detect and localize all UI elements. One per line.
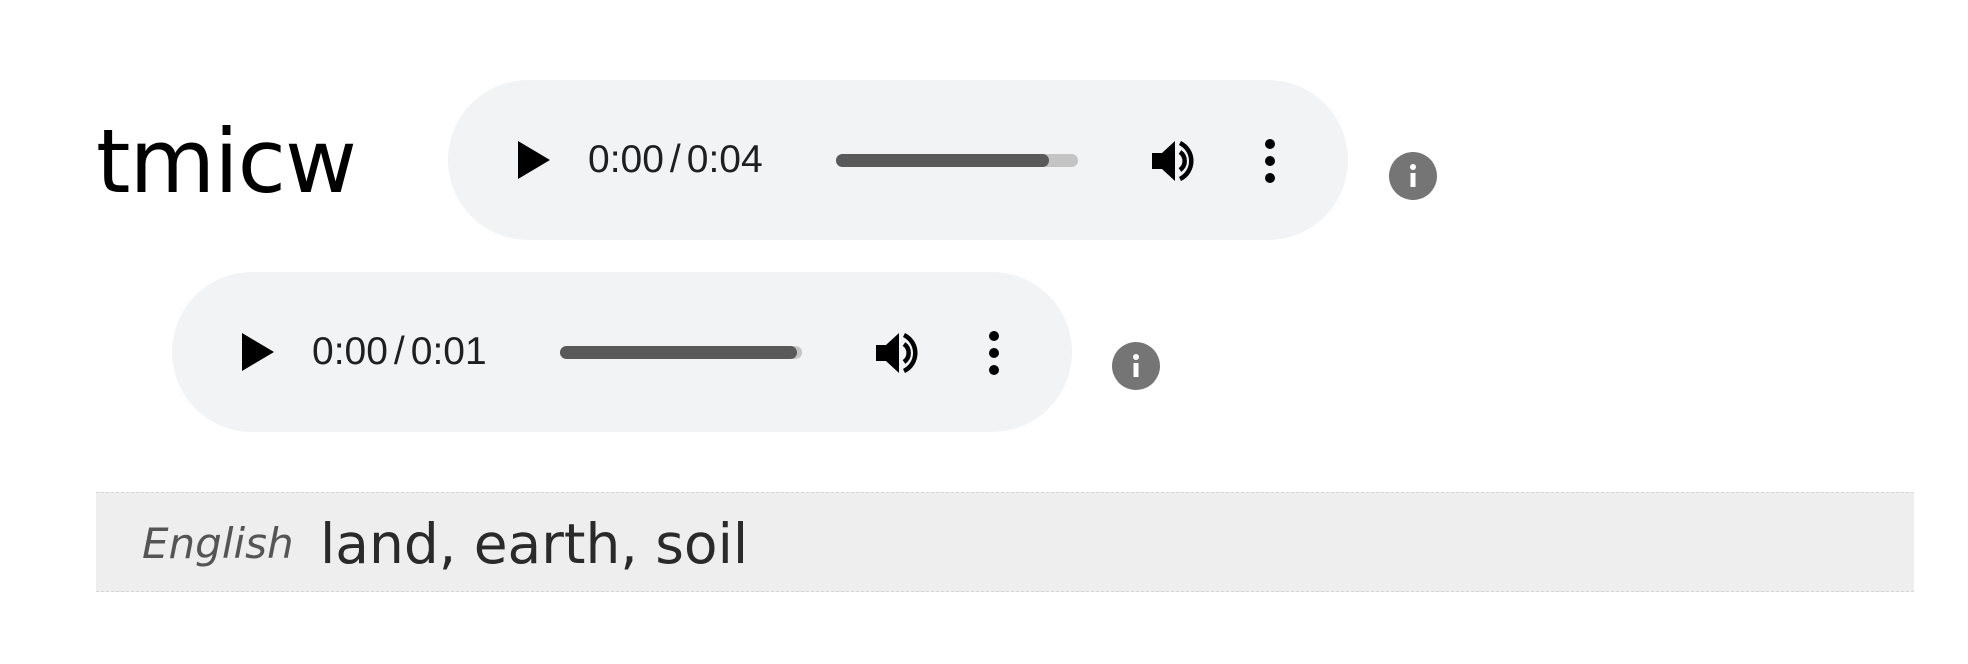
audio-player: 0:00/0:01 [172, 272, 1072, 432]
buffered-range [836, 154, 1049, 167]
time-display: 0:00/0:01 [312, 328, 487, 376]
translation-text: land, earth, soil [320, 512, 749, 576]
volume-button[interactable] [1150, 136, 1200, 186]
audio-player: 0:00/0:04 [448, 80, 1348, 240]
play-button[interactable] [236, 330, 280, 374]
progress-bar[interactable] [836, 154, 1078, 167]
more-options-button[interactable] [984, 330, 1004, 376]
entry-word: tmicw [96, 110, 357, 213]
time-display: 0:00/0:04 [588, 136, 763, 184]
more-vert-icon [1265, 139, 1275, 183]
translation-language: English [142, 519, 294, 568]
current-time: 0:00 [312, 330, 388, 373]
info-icon [1133, 354, 1139, 377]
volume-button[interactable] [874, 328, 924, 378]
play-button[interactable] [512, 138, 556, 182]
volume-icon [1152, 140, 1194, 182]
more-vert-icon [989, 331, 999, 375]
current-time: 0:00 [588, 138, 664, 181]
info-button[interactable] [1112, 342, 1160, 390]
buffered-range [560, 346, 798, 359]
time-separator: / [669, 138, 681, 181]
play-icon [242, 333, 274, 371]
play-icon [518, 141, 550, 179]
info-icon [1410, 164, 1416, 187]
translation-row: English land, earth, soil [96, 492, 1914, 592]
info-button[interactable] [1389, 152, 1437, 200]
volume-icon [876, 332, 918, 374]
more-options-button[interactable] [1260, 138, 1280, 184]
duration: 0:04 [686, 138, 763, 181]
progress-bar[interactable] [560, 346, 802, 359]
duration: 0:01 [410, 330, 487, 373]
time-separator: / [393, 330, 405, 373]
